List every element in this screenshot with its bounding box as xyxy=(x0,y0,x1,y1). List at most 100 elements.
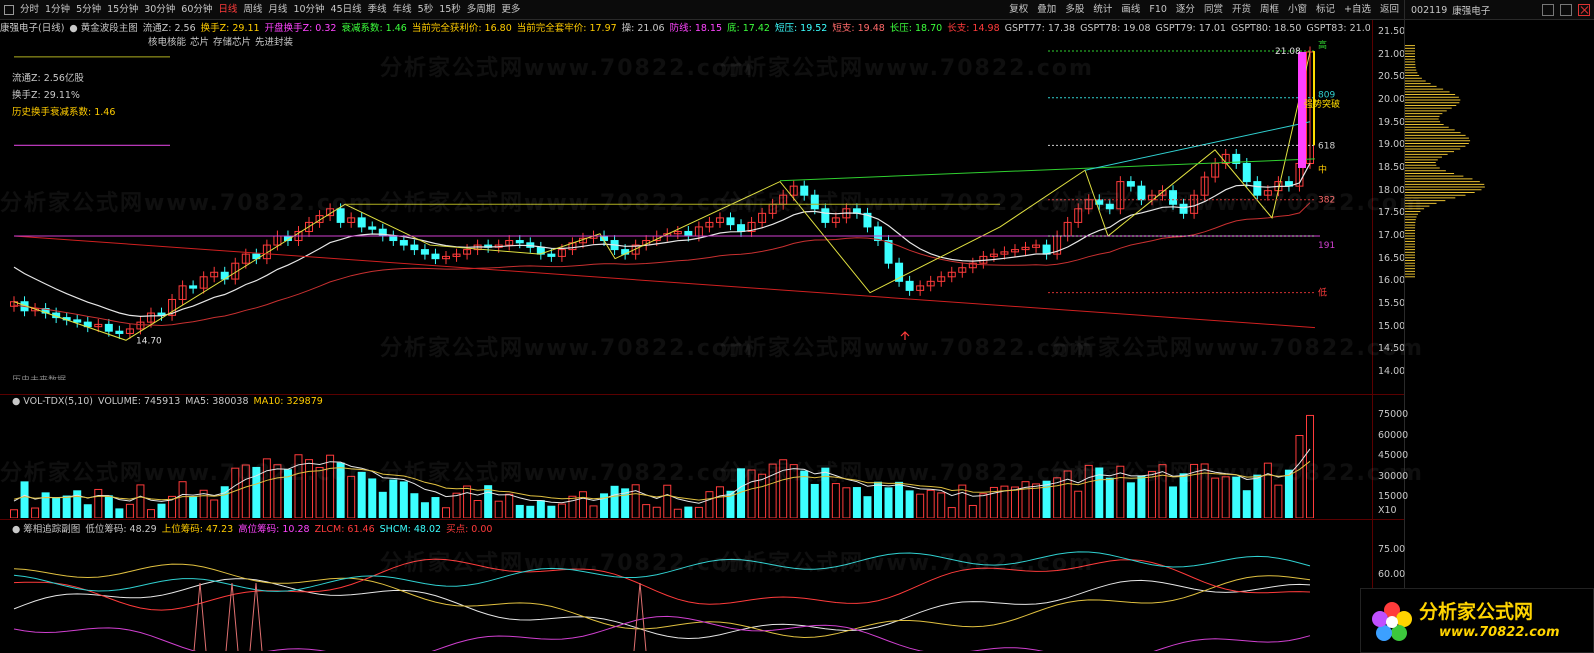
resistance-trendline xyxy=(779,158,1316,182)
timeframe-16[interactable]: 更多 xyxy=(501,3,520,17)
toolbar-action-7[interactable]: 同赏 xyxy=(1204,3,1223,17)
volume-chart[interactable] xyxy=(0,408,1372,518)
toolbar-action-1[interactable]: 叠加 xyxy=(1037,3,1056,17)
volume-bar xyxy=(410,493,419,518)
candlestick-chart[interactable]: 14.7021.08高809强势突破618中382191低历史未来数据回减持涨 xyxy=(0,20,1372,380)
timeframe-8[interactable]: 月线 xyxy=(268,3,287,17)
volume-profile xyxy=(1405,45,1485,278)
toolbar-action-9[interactable]: 周框 xyxy=(1260,3,1279,17)
toolbar-action-4[interactable]: 画线 xyxy=(1121,3,1140,17)
candle xyxy=(1126,181,1135,187)
low-chip-line xyxy=(13,578,1311,640)
toolbar-action-12[interactable]: +自选 xyxy=(1344,3,1371,17)
volume-bar xyxy=(146,509,155,518)
volume-bar xyxy=(884,487,893,518)
minimize-icon[interactable] xyxy=(1542,4,1554,16)
candle xyxy=(357,217,366,228)
price-tick: 16.00 xyxy=(1378,275,1406,287)
logo-url: www.70822.com xyxy=(1439,625,1560,640)
volume-bar xyxy=(83,504,92,518)
toolbar-action-8[interactable]: 开货 xyxy=(1232,3,1251,17)
volume-bar xyxy=(420,502,429,518)
timeframe-12[interactable]: 年线 xyxy=(393,3,412,17)
volume-bar xyxy=(315,466,324,518)
timeframe-2[interactable]: 5分钟 xyxy=(76,3,101,17)
candle xyxy=(810,194,819,210)
candle xyxy=(684,230,693,237)
timeframe-10[interactable]: 45日线 xyxy=(331,3,362,17)
volume-value-3: MA10: 329879 xyxy=(253,396,323,407)
timeframe-5[interactable]: 60分钟 xyxy=(181,3,212,17)
close-icon[interactable] xyxy=(1578,4,1590,16)
toolbar-action-3[interactable]: 统计 xyxy=(1093,3,1112,17)
volume-bar xyxy=(431,497,440,518)
toolbar-action-11[interactable]: 标记 xyxy=(1316,3,1335,17)
timeframe-0[interactable]: 分时 xyxy=(20,3,39,17)
timeframe-15[interactable]: 多周期 xyxy=(467,3,496,17)
timeframe-1[interactable]: 1分钟 xyxy=(45,3,70,17)
timeframe-13[interactable]: 5秒 xyxy=(418,3,434,17)
volume-bar xyxy=(1032,483,1041,518)
price-axis: 21.50 21.00 20.50 20.00 19.50 19.00 18.50 18.00… xyxy=(1372,20,1406,394)
stock-name: 康强电子 xyxy=(1452,6,1491,17)
volume-bar xyxy=(389,479,398,518)
fib-618-label: 618 xyxy=(1318,141,1335,151)
short-trendline xyxy=(1084,121,1311,171)
toolbar-action-0[interactable]: 复权 xyxy=(1009,3,1028,17)
toolbar-action-6[interactable]: 逐分 xyxy=(1176,3,1195,17)
timeframe-3[interactable]: 15分钟 xyxy=(107,3,138,17)
volume-bar xyxy=(1179,473,1188,518)
toolbar-action-2[interactable]: 多股 xyxy=(1065,3,1084,17)
volume-bar xyxy=(610,485,619,518)
price-tick: 15.50 xyxy=(1378,298,1406,309)
volume-bar xyxy=(1084,464,1093,518)
volume-bar xyxy=(94,488,103,518)
volume-bar xyxy=(874,481,882,518)
volume-bar xyxy=(557,503,566,518)
volume-bar xyxy=(463,485,472,518)
toolbar-action-10[interactable]: 小窗 xyxy=(1288,3,1307,17)
volume-tick: 75000 xyxy=(1378,408,1409,420)
volume-bar xyxy=(926,489,935,518)
volume-bar xyxy=(979,493,988,518)
volume-bar xyxy=(62,495,71,518)
menu-icon[interactable] xyxy=(4,5,14,15)
zlcm-line xyxy=(13,558,1311,611)
volume-bar xyxy=(905,490,914,518)
site-logo: 分析家公式网 www.70822.com xyxy=(1360,588,1594,653)
volume-bar xyxy=(336,462,345,518)
toolbar-action-13[interactable]: 返回 xyxy=(1380,3,1399,17)
volume-bar xyxy=(705,491,714,518)
window-buttons xyxy=(1536,4,1590,16)
timeframe-4[interactable]: 30分钟 xyxy=(144,3,175,17)
high-chip-line xyxy=(13,615,1311,651)
volume-value-1: VOLUME: 745913 xyxy=(98,396,181,407)
volume-bar xyxy=(568,495,577,518)
price-tick: 19.50 xyxy=(1378,116,1406,128)
toolbar-action-5[interactable]: F10 xyxy=(1149,3,1167,17)
future-data-label: 历史未来数据 xyxy=(12,374,66,380)
maximize-icon[interactable] xyxy=(1560,4,1572,16)
volume-bar xyxy=(231,467,240,518)
price-tick: 20.00 xyxy=(1378,94,1406,105)
buy-signal-spike xyxy=(633,582,647,651)
volume-bar xyxy=(20,481,29,518)
volume-bar xyxy=(852,487,861,518)
price-tick: 17.50 xyxy=(1378,207,1406,219)
breakout-candle xyxy=(1298,51,1306,168)
chip-tracking-chart[interactable] xyxy=(0,533,1372,651)
stock-code-area[interactable]: 002119 康强电子 xyxy=(1404,0,1594,20)
candle xyxy=(874,226,882,242)
volume-bar xyxy=(863,496,872,518)
timeframe-7[interactable]: 周线 xyxy=(243,3,262,17)
timeframe-11[interactable]: 季线 xyxy=(368,3,387,17)
candle xyxy=(1179,203,1188,214)
shcm-line xyxy=(13,551,1311,592)
timeframe-9[interactable]: 10分钟 xyxy=(293,3,324,17)
volume-bar xyxy=(378,491,387,518)
timeframe-6[interactable]: 日线 xyxy=(218,3,237,17)
volume-bar xyxy=(241,464,250,518)
volume-bar xyxy=(1284,469,1293,518)
timeframe-14[interactable]: 15秒 xyxy=(439,3,461,17)
volume-bar xyxy=(895,481,904,518)
